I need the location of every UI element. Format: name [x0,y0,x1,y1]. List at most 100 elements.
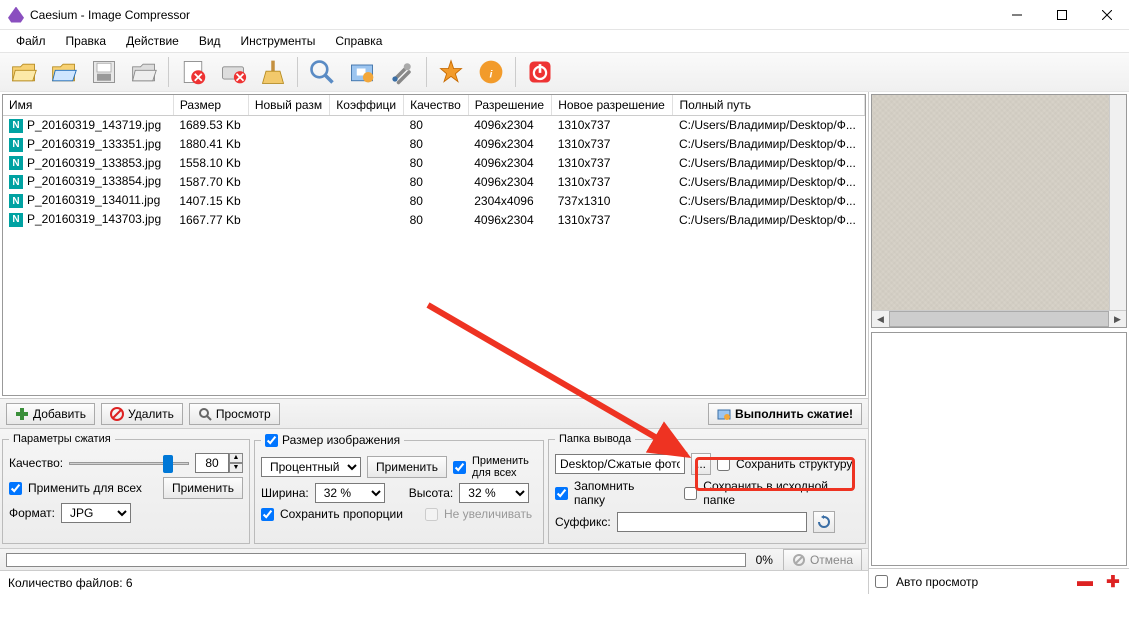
no-enlarge-label: Не увеличивать [444,507,532,521]
column-header[interactable]: Размер [173,95,248,116]
compression-legend: Параметры сжатия [9,433,115,445]
save-source-label: Сохранить в исходной папке [703,479,859,507]
size-apply-all-label: Применить для всех [472,455,537,479]
refresh-suffix-button[interactable] [813,511,835,533]
delete-button[interactable]: Удалить [101,403,183,425]
quality-label: Качество: [9,456,63,470]
menu-file[interactable]: Файл [6,32,56,50]
action-bar: Добавить Удалить Просмотр Выполнить сжат… [0,398,868,428]
size-enable-checkbox[interactable] [265,434,278,447]
menu-view[interactable]: Вид [189,32,231,50]
file-table[interactable]: ИмяРазмерНовый размКоэффициКачествоРазре… [2,94,866,396]
table-row[interactable]: NP_20160319_133351.jpg1880.41 Kb804096x2… [3,135,865,154]
zoom-in-button[interactable]: ✚ [1103,572,1123,592]
progress-row: 0% Отмена [0,548,868,570]
output-path-input[interactable] [555,454,685,474]
table-row[interactable]: NP_20160319_133853.jpg1558.10 Kb804096x2… [3,154,865,173]
progress-bar [6,553,746,567]
format-select[interactable]: JPG [61,503,131,523]
quality-value[interactable] [195,453,229,473]
column-header[interactable]: Разрешение [468,95,551,116]
browse-button[interactable]: ... [691,453,711,475]
auto-preview-label: Авто просмотр [896,575,978,589]
remember-label: Запомнить папку [574,479,666,507]
auto-preview-checkbox[interactable] [875,575,888,588]
open-list-icon[interactable] [126,54,162,90]
open-file-icon[interactable] [6,54,42,90]
vertical-scrollbar[interactable] [1109,95,1126,310]
compress-icon[interactable] [344,54,380,90]
horizontal-scrollbar[interactable]: ◀ ▶ [872,310,1126,327]
size-mode-select[interactable]: Процентный [261,457,361,477]
keep-structure-label: Сохранить структуру [736,457,852,471]
suffix-label: Суффикс: [555,515,611,529]
column-header[interactable]: Имя [3,95,173,116]
keep-ratio-label: Сохранить пропорции [280,507,403,521]
compress-button[interactable]: Выполнить сжатие! [708,403,862,425]
save-list-icon[interactable] [86,54,122,90]
minimize-button[interactable] [994,0,1039,30]
apply-quality-button[interactable]: Применить [163,477,243,499]
table-row[interactable]: NP_20160319_134011.jpg1407.15 Kb802304x4… [3,191,865,210]
power-icon[interactable] [522,54,558,90]
clear-list-icon[interactable] [215,54,251,90]
progress-percent: 0% [756,553,773,567]
status-bar: Количество файлов: 6 [0,570,868,594]
info-icon[interactable]: i [473,54,509,90]
no-enlarge-checkbox [425,508,438,521]
remember-checkbox[interactable] [555,487,568,500]
preview-pane-bottom [871,332,1127,566]
preview-icon[interactable] [304,54,340,90]
preview-button[interactable]: Просмотр [189,403,280,425]
suffix-input[interactable] [617,512,807,532]
settings-icon[interactable] [384,54,420,90]
star-icon[interactable] [433,54,469,90]
width-input[interactable]: 32 % [315,483,385,503]
compression-panel: Параметры сжатия Качество: ▲▼ Применить … [2,433,250,544]
remove-item-icon[interactable] [175,54,211,90]
apply-all-checkbox[interactable] [9,482,22,495]
keep-structure-checkbox[interactable] [717,458,730,471]
output-panel: Папка вывода ... Сохранить структуру Зап… [548,433,866,544]
window-title: Caesium - Image Compressor [30,8,994,22]
open-folder-icon[interactable] [46,54,82,90]
format-label: Формат: [9,506,55,520]
output-legend: Папка вывода [555,433,635,445]
size-panel: Размер изображения Процентный Применить … [254,433,544,544]
table-row[interactable]: NP_20160319_143703.jpg1667.77 Kb804096x2… [3,210,865,229]
table-row[interactable]: NP_20160319_133854.jpg1587.70 Kb804096x2… [3,172,865,191]
preview-pane-top: ◀ ▶ [871,94,1127,328]
column-header[interactable]: Новое разрешение [552,95,673,116]
save-source-checkbox[interactable] [684,487,697,500]
maximize-button[interactable] [1039,0,1084,30]
menu-tools[interactable]: Инструменты [231,32,326,50]
preview-controls: Авто просмотр ▬ ✚ [869,568,1129,594]
close-button[interactable] [1084,0,1129,30]
size-apply-all-checkbox[interactable] [453,461,466,474]
clean-icon[interactable] [255,54,291,90]
table-row[interactable]: NP_20160319_143719.jpg1689.53 Kb804096x2… [3,116,865,135]
height-input[interactable]: 32 % [459,483,529,503]
add-button[interactable]: Добавить [6,403,95,425]
cancel-button[interactable]: Отмена [783,549,862,571]
menu-action[interactable]: Действие [116,32,189,50]
column-header[interactable]: Коэффици [330,95,404,116]
menu-edit[interactable]: Правка [56,32,117,50]
app-icon [8,7,24,23]
apply-size-button[interactable]: Применить [367,456,447,478]
quality-spinner[interactable]: ▲▼ [195,453,243,473]
width-label: Ширина: [261,486,309,500]
file-count: Количество файлов: 6 [8,576,133,590]
quality-slider[interactable] [69,453,189,473]
keep-ratio-checkbox[interactable] [261,508,274,521]
apply-all-label: Применить для всех [28,481,142,495]
size-legend: Размер изображения [282,433,400,447]
column-header[interactable]: Качество [404,95,469,116]
height-label: Высота: [409,486,454,500]
title-bar: Caesium - Image Compressor [0,0,1129,30]
column-header[interactable]: Полный путь [673,95,865,116]
toolbar: i [0,52,1129,92]
zoom-out-button[interactable]: ▬ [1075,572,1095,592]
menu-help[interactable]: Справка [325,32,392,50]
column-header[interactable]: Новый разм [248,95,329,116]
